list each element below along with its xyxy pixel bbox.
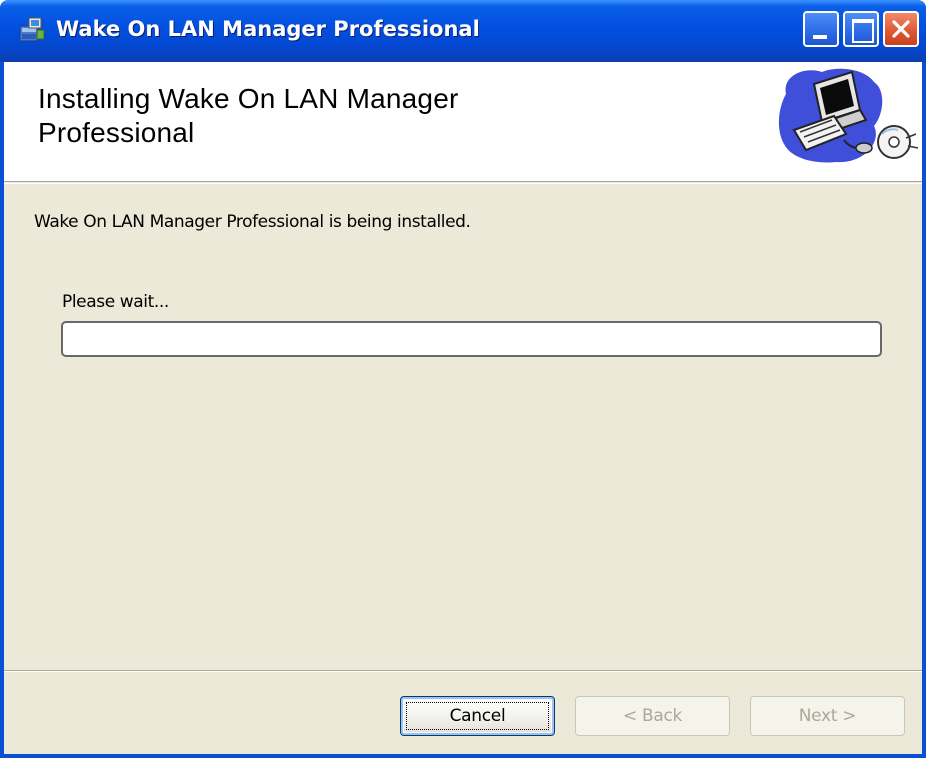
dialog-client-area: Installing Wake On LAN Manager Professio…: [4, 62, 922, 754]
install-status-text: Wake On LAN Manager Professional is bein…: [34, 212, 471, 232]
minimize-button[interactable]: [803, 11, 839, 47]
computer-cd-graphic: [774, 64, 920, 168]
install-progress-bar: [61, 321, 882, 357]
next-button-label: Next >: [798, 706, 857, 726]
installer-window: Wake On LAN Manager Professional Install…: [0, 0, 926, 758]
header-banner: Installing Wake On LAN Manager Professio…: [4, 62, 922, 182]
footer-divider-highlight: [4, 671, 922, 672]
window-title: Wake On LAN Manager Professional: [56, 17, 480, 41]
focus-ring: [406, 702, 549, 730]
maximize-button[interactable]: [843, 11, 879, 47]
page-title: Installing Wake On LAN Manager Professio…: [38, 83, 459, 148]
banner-divider: [4, 183, 922, 184]
window-frame-right: [922, 62, 926, 758]
close-button[interactable]: [883, 11, 919, 47]
close-icon: [892, 20, 910, 38]
installer-app-icon: [17, 14, 47, 44]
back-button[interactable]: < Back: [575, 696, 730, 736]
cancel-button[interactable]: Cancel: [400, 696, 555, 736]
title-bar[interactable]: Wake On LAN Manager Professional: [0, 0, 926, 62]
next-button[interactable]: Next >: [750, 696, 905, 736]
please-wait-label: Please wait...: [62, 292, 169, 312]
back-button-label: < Back: [622, 706, 683, 726]
window-frame-bottom: [0, 754, 926, 758]
